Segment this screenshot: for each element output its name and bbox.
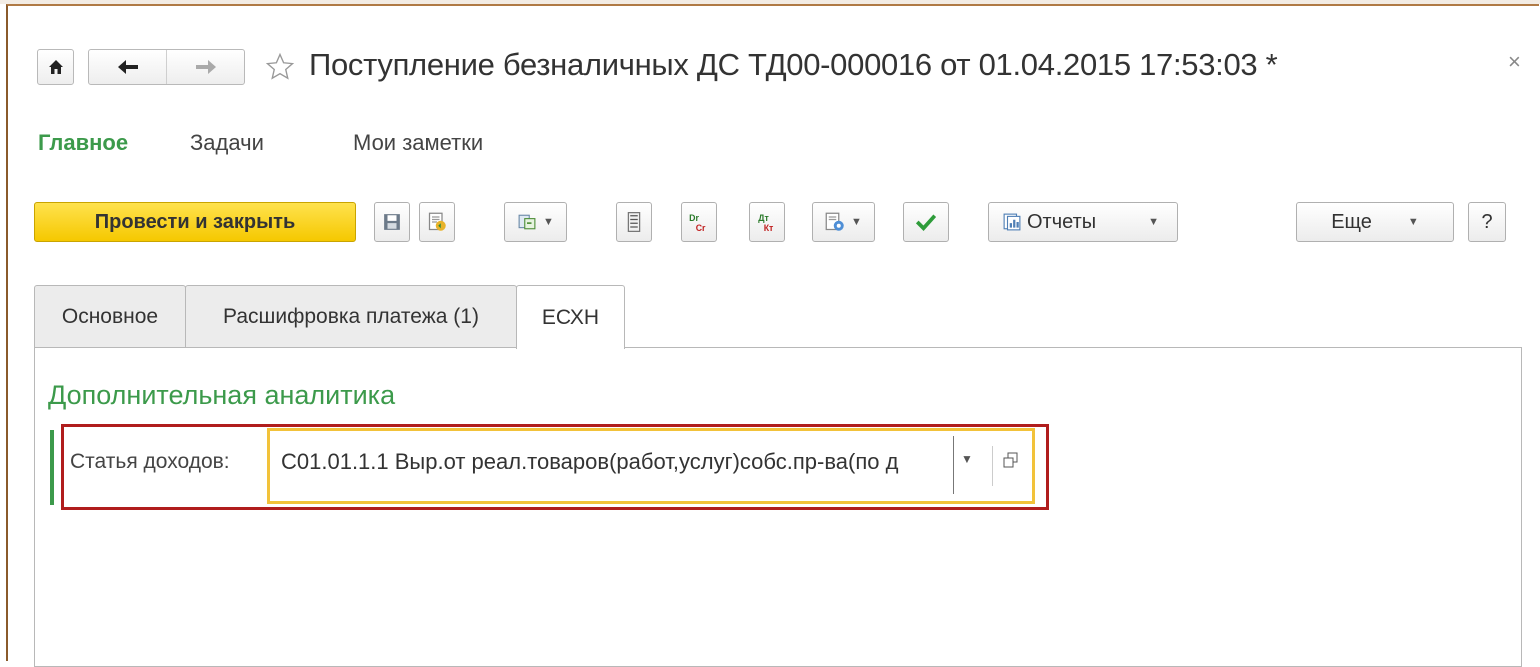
back-button[interactable] <box>89 50 167 84</box>
section-tasks[interactable]: Задачи <box>190 130 264 156</box>
list-icon <box>627 212 641 232</box>
print-document-icon <box>825 212 844 231</box>
dr-cr-icon: Dr Cr <box>689 213 706 233</box>
history-navigation <box>88 49 245 85</box>
document-journal-button[interactable] <box>616 202 652 242</box>
tab-main[interactable]: Основное <box>34 285 186 348</box>
section-notes[interactable]: Мои заметки <box>353 130 483 156</box>
close-icon[interactable]: × <box>1508 49 1521 75</box>
chevron-down-icon: ▼ <box>543 216 554 228</box>
post-and-close-button[interactable]: Провести и закрыть <box>34 202 356 242</box>
svg-text:Cr: Cr <box>696 223 706 233</box>
star-outline-icon <box>265 52 295 80</box>
print-button[interactable]: ▼ <box>812 202 875 242</box>
more-label: Еще <box>1331 210 1372 233</box>
post-document-icon <box>428 212 446 231</box>
group-title: Дополнительная аналитика <box>48 380 396 410</box>
chevron-down-icon: ▼ <box>851 216 862 228</box>
svg-text:Дт: Дт <box>758 213 769 223</box>
highlight-frame <box>61 424 1049 510</box>
tab-payment-breakdown[interactable]: Расшифровка платежа (1) <box>185 285 517 348</box>
post-button[interactable] <box>419 202 455 242</box>
svg-text:Dr: Dr <box>689 213 699 223</box>
reports-button[interactable]: Отчеты ▼ <box>988 202 1178 242</box>
create-based-on-button[interactable]: ▼ <box>504 202 567 242</box>
dr-cr-postings-button[interactable]: Dr Cr <box>681 202 717 242</box>
dt-kt-postings-button[interactable]: Дт Кт <box>749 202 785 242</box>
help-button[interactable]: ? <box>1468 202 1506 242</box>
window-title: Поступление безналичных ДС ТД00-000016 о… <box>309 47 1278 82</box>
chevron-down-icon: ▼ <box>1407 216 1419 228</box>
arrow-left-icon <box>117 60 138 74</box>
forward-button[interactable] <box>167 50 244 84</box>
focus-indicator <box>50 430 54 505</box>
save-button[interactable] <box>374 202 410 242</box>
home-button[interactable] <box>37 49 74 85</box>
reports-label: Отчеты <box>1027 210 1097 233</box>
create-based-on-icon <box>518 214 536 230</box>
floppy-disk-icon <box>384 214 400 230</box>
more-button[interactable]: Еще ▼ <box>1296 202 1454 242</box>
home-icon <box>48 60 63 74</box>
dt-kt-icon: Дт Кт <box>758 213 774 233</box>
tab-eskhn[interactable]: ЕСХН <box>516 285 625 349</box>
report-icon <box>1003 213 1021 231</box>
arrow-right-icon <box>195 60 216 74</box>
checkmark-icon <box>916 214 936 231</box>
svg-text:Кт: Кт <box>764 223 774 233</box>
section-main[interactable]: Главное <box>38 130 128 156</box>
chevron-down-icon: ▼ <box>1148 216 1160 228</box>
check-button[interactable] <box>903 202 949 242</box>
favorite-button[interactable] <box>262 49 298 85</box>
